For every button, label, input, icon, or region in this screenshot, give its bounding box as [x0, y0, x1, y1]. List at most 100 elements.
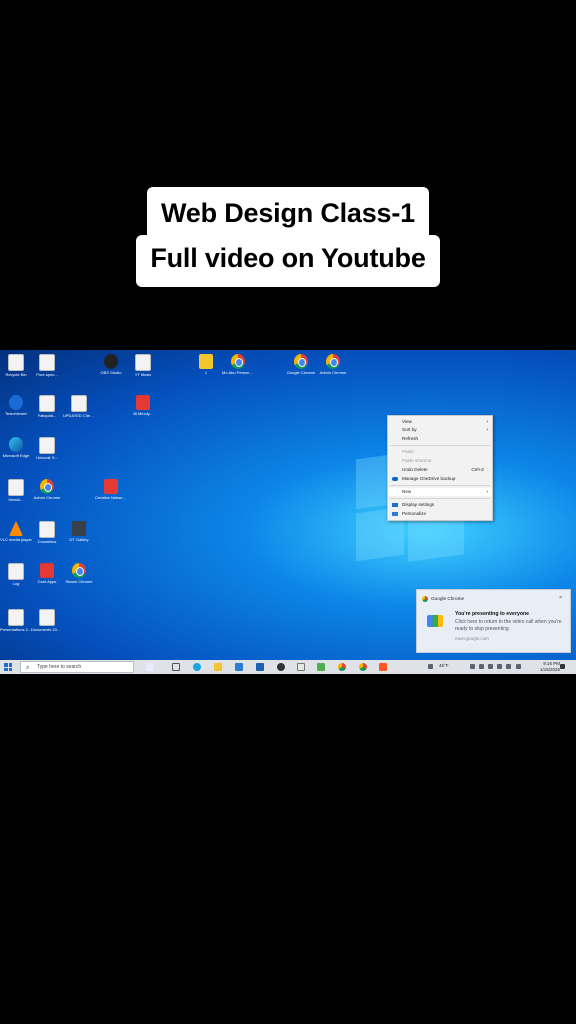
- desktop-icon[interactable]: Unicode S...: [31, 437, 63, 460]
- desktop-icon[interactable]: Fatiquidi...: [31, 395, 63, 418]
- mail-icon[interactable]: [235, 663, 243, 671]
- taskbar-search-box[interactable]: ⌕ Type here to search: [20, 661, 134, 673]
- desktop-icon-label: Admin Chrome: [33, 495, 61, 500]
- onedrive-icon: [392, 477, 398, 481]
- menu-item-personalize[interactable]: Personalize: [388, 510, 492, 518]
- close-icon[interactable]: ×: [559, 595, 562, 601]
- menu-item-refresh[interactable]: Refresh: [388, 435, 492, 443]
- desktop-icon-label: Google Chrome: [286, 370, 316, 375]
- menu-item-paste-shortcut[interactable]: Paste shortcut: [388, 457, 492, 465]
- chrome-taskbar-icon[interactable]: [359, 663, 367, 671]
- desktop-icon-label: Steam Chrome: [65, 579, 93, 584]
- network-icon[interactable]: [479, 664, 484, 669]
- desktop-icon-label: Log: [12, 581, 20, 586]
- desktop-icon[interactable]: Pure-spec...: [31, 354, 63, 377]
- notification-center-icon[interactable]: [560, 664, 565, 669]
- personalize-icon: [392, 512, 398, 516]
- chrome-icon: [72, 563, 86, 578]
- edge-taskbar-icon[interactable]: [193, 663, 201, 671]
- menu-item-undo-delete[interactable]: Undo Delete Ctrl+Z: [388, 466, 492, 474]
- desktop-icon-label: 1: [204, 370, 208, 375]
- desktop-icon[interactable]: OBS Studio: [95, 354, 127, 375]
- menu-separator: [390, 498, 490, 499]
- desktop-icon[interactable]: Admin Chrome: [317, 354, 349, 375]
- desktop-icon[interactable]: Documents 2025...: [31, 609, 63, 632]
- chrome-notification-toast[interactable]: Google Chrome × You're presenting to eve…: [416, 589, 571, 653]
- desktop-icon-label: Admin Chrome: [319, 370, 347, 375]
- desktop-icon[interactable]: Cosmetics: [31, 521, 63, 544]
- edge-icon: [9, 437, 23, 452]
- desktop-icon[interactable]: Microsoft Edge: [0, 437, 32, 458]
- desktop-icon[interactable]: VLC media player: [0, 521, 32, 542]
- task-view-icon[interactable]: [172, 663, 180, 671]
- file-icon: [8, 563, 24, 580]
- chevron-up-icon[interactable]: [470, 664, 475, 669]
- caption-title: Web Design Class-1: [147, 187, 429, 237]
- chrome-icon: [40, 479, 54, 494]
- battery-icon[interactable]: [497, 664, 502, 669]
- taskbar: ⌕ Type here to search 46°F 9:16 PM 1/15/…: [0, 660, 576, 674]
- taskbar-clock[interactable]: 9:16 PM 1/15/2025: [540, 661, 560, 673]
- language-icon[interactable]: [506, 664, 511, 669]
- menu-separator: [390, 485, 490, 486]
- google-meet-icon: [427, 615, 443, 627]
- toast-app-name: Google Chrome: [431, 596, 465, 601]
- desktop-icon[interactable]: YT Music: [127, 354, 159, 377]
- desktop-icon[interactable]: Steam Chrome: [63, 563, 95, 584]
- volume-icon[interactable]: [488, 664, 493, 669]
- app-taskbar-icon[interactable]: [379, 663, 387, 671]
- file-icon: [39, 437, 55, 454]
- menu-item-manage-onedrive-backup[interactable]: Manage OneDrive backup: [388, 475, 492, 483]
- menu-item-sort-by[interactable]: Sort by ›: [388, 426, 492, 434]
- desktop-icon-label: Bi Minoly...: [133, 411, 153, 416]
- desktop-icon-label: Fatiquidi...: [37, 413, 57, 418]
- chrome-icon: [294, 354, 308, 369]
- desktop-icon[interactable]: Creative Network...: [95, 479, 127, 500]
- desktop-icon[interactable]: DT Gallery: [63, 521, 95, 542]
- file-icon: [39, 609, 55, 626]
- obs-icon: [104, 354, 118, 369]
- menu-item-view[interactable]: View ›: [388, 418, 492, 426]
- windows-icon: [4, 663, 8, 667]
- search-placeholder: Type here to search: [37, 664, 82, 670]
- clock-date: 1/15/2025: [539, 667, 560, 672]
- weather-icon[interactable]: [428, 664, 433, 669]
- desktop-icon[interactable]: 1: [190, 354, 222, 375]
- store-icon[interactable]: [256, 663, 264, 671]
- desktop-icon[interactable]: Haruki...: [0, 479, 32, 502]
- keyboard-icon[interactable]: [516, 664, 521, 669]
- file-icon: [136, 395, 150, 410]
- desktop-icon-label: Haruki...: [8, 497, 24, 502]
- desktop-icon[interactable]: Google Chrome: [285, 354, 317, 375]
- menu-item-paste[interactable]: Paste: [388, 448, 492, 456]
- desktop-icon[interactable]: Card Apps: [31, 563, 63, 584]
- desktop-icon-label: VLC media player: [0, 537, 32, 542]
- app-icon: [40, 563, 54, 578]
- teamviewer-icon: [9, 395, 23, 410]
- app-taskbar-icon[interactable]: [297, 663, 305, 671]
- obs-taskbar-icon[interactable]: [277, 663, 285, 671]
- desktop-icon[interactable]: Bi Minoly...: [127, 395, 159, 416]
- search-icon: ⌕: [26, 665, 30, 671]
- weather-temperature: 46°F: [439, 663, 449, 668]
- start-button[interactable]: [4, 663, 12, 671]
- desktop-icon[interactable]: TeamViewer: [0, 395, 32, 416]
- menu-item-display-settings[interactable]: Display settings: [388, 501, 492, 509]
- menu-item-new[interactable]: New ›: [388, 488, 492, 496]
- desktop-icon-label: YT Music: [134, 372, 152, 377]
- caption-line-1: Web Design Class-1: [0, 187, 576, 237]
- cortana-icon[interactable]: [146, 663, 154, 671]
- desktop-icon[interactable]: Log: [0, 563, 32, 586]
- chevron-right-icon: ›: [486, 489, 488, 495]
- desktop-icon[interactable]: Mo Abu Personal...: [222, 354, 254, 375]
- desktop-icon[interactable]: Admin Chrome: [31, 479, 63, 500]
- desktop-icon[interactable]: Presentations 2025...: [0, 609, 32, 632]
- desktop-icon[interactable]: Recycle Bin: [0, 354, 32, 377]
- file-explorer-icon[interactable]: [214, 663, 222, 671]
- menu-separator: [390, 445, 490, 446]
- chrome-taskbar-icon[interactable]: [338, 663, 346, 671]
- chrome-icon: [231, 354, 245, 369]
- app-taskbar-icon[interactable]: [317, 663, 325, 671]
- desktop-icon[interactable]: UPDATED Client rates...: [63, 395, 95, 418]
- desktop-icon-label: Creative Network...: [95, 495, 127, 500]
